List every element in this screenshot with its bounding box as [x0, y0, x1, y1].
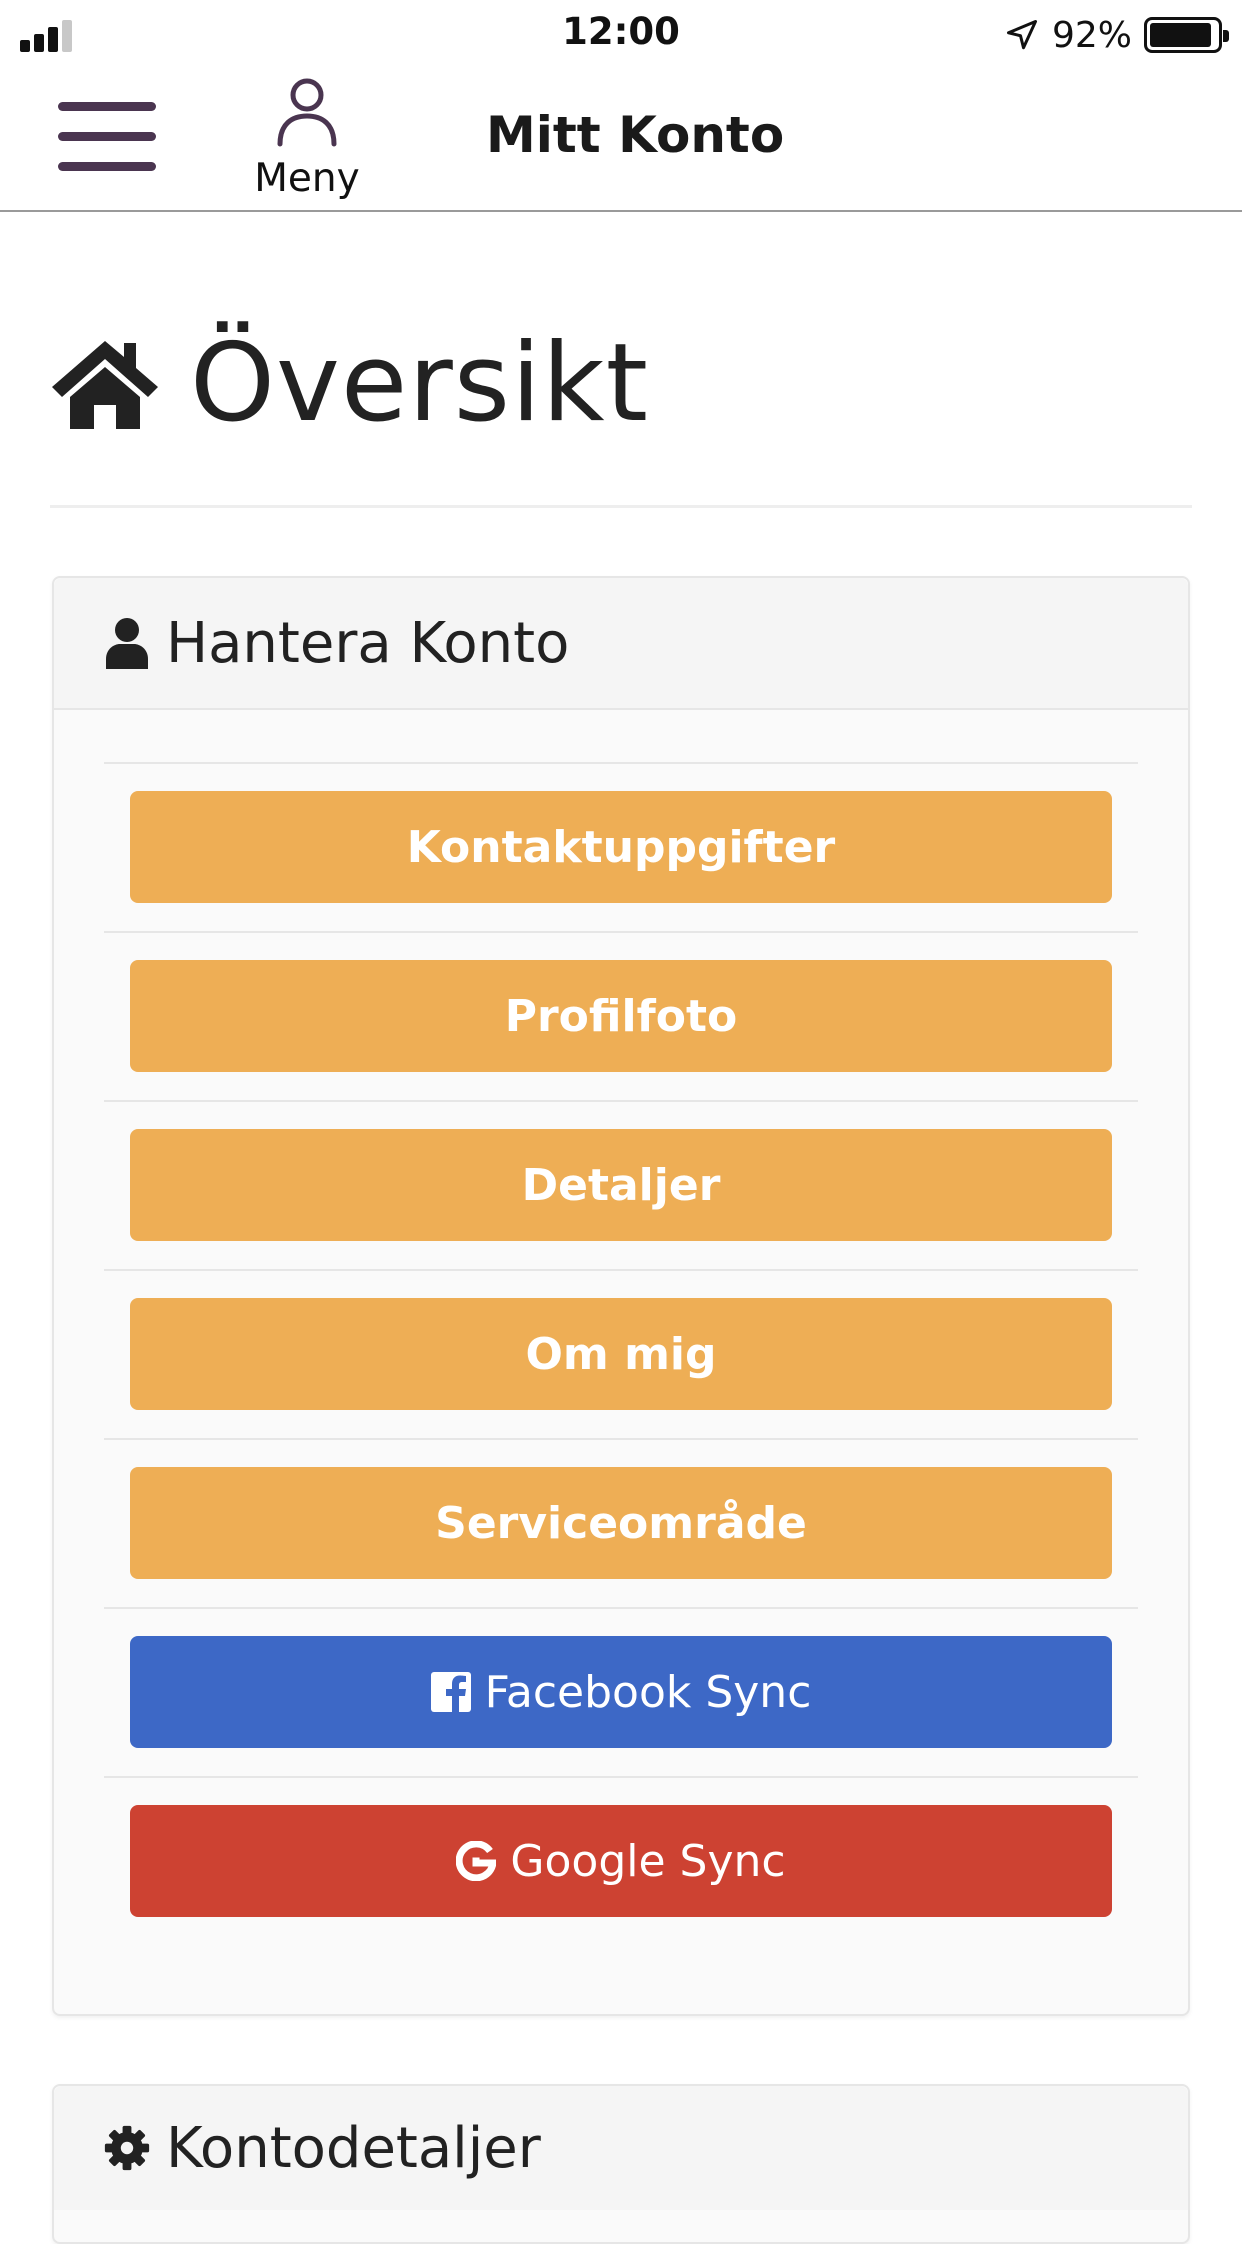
list-item: Profilfoto: [104, 933, 1138, 1102]
account-actions-list: Kontaktuppgifter Profilfoto Detaljer Om …: [104, 762, 1138, 1947]
list-item: Kontaktuppgifter: [104, 764, 1138, 933]
home-icon: [52, 341, 158, 429]
page-header: Översikt: [50, 318, 649, 448]
account-details-panel: Kontodetaljer: [52, 2084, 1190, 2244]
panel-title: Hantera Konto: [166, 610, 570, 676]
page-title: Översikt: [190, 320, 649, 446]
facebook-icon: [430, 1672, 471, 1712]
list-item: Detaljer: [104, 1102, 1138, 1271]
hamburger-menu-button[interactable]: [58, 98, 158, 174]
battery-percent: 92%: [1051, 14, 1132, 56]
about-me-button[interactable]: Om mig: [130, 1298, 1112, 1410]
gear-icon: [104, 2125, 150, 2171]
panel-heading[interactable]: Kontodetaljer: [54, 2086, 1188, 2210]
facebook-sync-button[interactable]: Facebook Sync: [130, 1636, 1112, 1748]
list-item: Serviceområde: [104, 1440, 1138, 1609]
google-sync-button[interactable]: Google Sync: [130, 1805, 1112, 1917]
user-icon: [106, 618, 148, 669]
navbar-title: Mitt Konto: [486, 106, 785, 164]
status-bar: 12:00 92%: [0, 0, 1242, 70]
details-button[interactable]: Detaljer: [130, 1129, 1112, 1241]
divider: [50, 505, 1192, 508]
location-arrow-icon: [1006, 20, 1037, 50]
battery-icon: [1144, 17, 1229, 53]
list-item: Google Sync: [104, 1778, 1138, 1947]
panel-title: Kontodetaljer: [166, 2115, 541, 2181]
manage-account-panel: Hantera Konto Kontaktuppgifter Profilfot…: [52, 576, 1190, 2016]
contact-details-button[interactable]: Kontaktuppgifter: [130, 791, 1112, 903]
menu-label: Meny: [254, 156, 360, 201]
menu-button[interactable]: Meny: [232, 70, 382, 212]
profile-photo-button[interactable]: Profilfoto: [130, 960, 1112, 1072]
service-area-button[interactable]: Serviceområde: [130, 1467, 1112, 1579]
facebook-sync-label: Facebook Sync: [484, 1666, 812, 1718]
panel-heading: Hantera Konto: [54, 578, 1188, 710]
list-item: Om mig: [104, 1271, 1138, 1440]
list-item: Facebook Sync: [104, 1609, 1138, 1778]
battery-fill: [1150, 23, 1211, 47]
google-sync-label: Google Sync: [510, 1835, 786, 1887]
google-icon: [456, 1841, 497, 1881]
user-outline-icon: [277, 78, 337, 147]
status-right: 92%: [1004, 12, 1229, 58]
top-navbar: Meny Mitt Konto: [0, 70, 1242, 212]
